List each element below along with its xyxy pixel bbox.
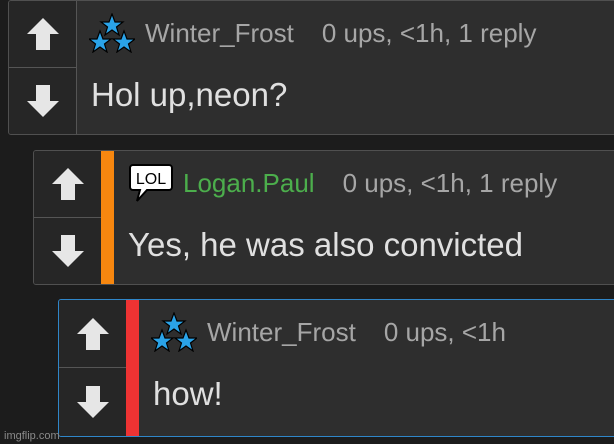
comment-header: LOL Logan.Paul 0 ups, <1h, 1 reply — [129, 164, 558, 202]
three-stars-icon — [89, 13, 135, 53]
downvote-button[interactable] — [59, 368, 126, 436]
comment-text: Hol up,neon? — [91, 76, 288, 113]
comment-3: Winter_Frost 0 ups, <1h how! — [58, 299, 614, 437]
username-link[interactable]: Logan.Paul — [183, 168, 315, 199]
comment-header: Winter_Frost 0 ups, <1h, 1 reply — [89, 13, 537, 53]
upvote-button[interactable] — [34, 151, 101, 218]
upvote-button[interactable] — [9, 1, 76, 68]
arrow-down-icon — [51, 234, 84, 267]
comment-text: Yes, he was also convicted — [128, 226, 524, 263]
arrow-down-icon — [76, 386, 109, 418]
svg-text:LOL: LOL — [136, 171, 166, 188]
comment-2: LOL Logan.Paul 0 ups, <1h, 1 reply Yes, … — [33, 150, 614, 285]
vote-column — [59, 300, 127, 436]
arrow-up-icon — [51, 167, 84, 200]
comment-meta: 0 ups, <1h, 1 reply — [342, 167, 558, 198]
comment-1: Winter_Frost 0 ups, <1h, 1 reply Hol up,… — [8, 0, 614, 135]
reply-stripe — [126, 300, 139, 436]
username-link[interactable]: Winter_Frost — [145, 18, 294, 49]
arrow-up-icon — [26, 17, 59, 50]
arrow-down-icon — [26, 84, 59, 117]
vote-column — [9, 1, 77, 134]
downvote-button[interactable] — [34, 218, 101, 285]
comment-meta: 0 ups, <1h — [383, 316, 506, 347]
vote-column — [34, 151, 102, 284]
comment-meta: 0 ups, <1h, 1 reply — [321, 17, 537, 48]
upvote-button[interactable] — [59, 300, 126, 368]
watermark: imgflip.com — [4, 430, 60, 442]
arrow-up-icon — [76, 317, 109, 350]
downvote-button[interactable] — [9, 68, 76, 135]
username-link[interactable]: Winter_Frost — [207, 317, 356, 348]
three-stars-icon — [151, 312, 197, 352]
lol-speech-bubble-icon: LOL — [129, 164, 173, 202]
reply-stripe — [101, 151, 114, 284]
comment-header: Winter_Frost 0 ups, <1h — [151, 312, 506, 352]
comment-text: how! — [153, 375, 223, 412]
